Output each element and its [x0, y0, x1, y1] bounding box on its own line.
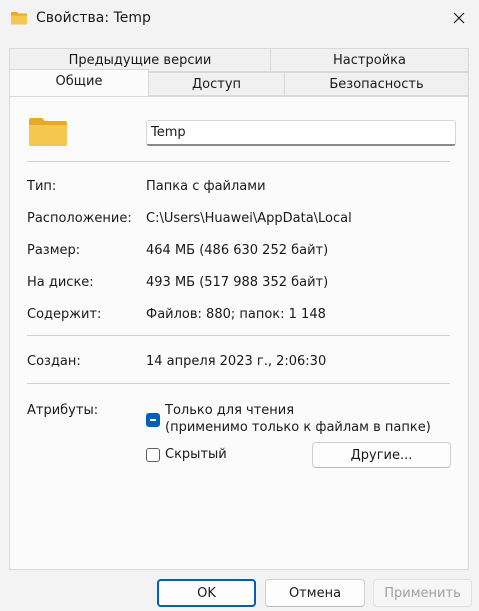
size-on-disk-label: На диске: [27, 275, 94, 290]
hidden-checkbox[interactable] [146, 448, 160, 462]
contains-value: Файлов: 880; папок: 1 148 [146, 307, 326, 322]
divider [27, 161, 450, 162]
attributes-label: Атрибуты: [27, 403, 99, 418]
readonly-label: Только для чтения [165, 403, 295, 418]
close-icon [453, 12, 465, 24]
folder-name-input[interactable] [146, 120, 456, 146]
location-label: Расположение: [27, 211, 132, 226]
created-value: 14 апреля 2023 г., 2:06:30 [146, 354, 327, 369]
readonly-note: (применимо только к файлам в папке) [165, 420, 431, 435]
advanced-attributes-button[interactable]: Другие... [312, 442, 451, 468]
size-on-disk-value: 493 МБ (517 988 352 байт) [146, 275, 329, 290]
general-panel: Тип: Папка с файлами Расположение: C:\Us… [9, 96, 469, 570]
button-label: Применить [384, 585, 461, 601]
tab-label: Доступ [191, 76, 242, 92]
type-label: Тип: [27, 179, 57, 194]
divider [27, 383, 450, 384]
type-value: Папка с файлами [146, 179, 266, 194]
hidden-label: Скрытый [165, 447, 227, 462]
tab-general[interactable]: Общие [9, 69, 149, 96]
divider [27, 335, 450, 336]
folder-icon [29, 118, 67, 146]
tab-label: Предыдущие версии [68, 52, 212, 68]
window-title: Свойства: Temp [36, 10, 151, 26]
button-label: OK [197, 585, 216, 601]
tab-label: Общие [55, 74, 103, 89]
folder-icon [11, 12, 27, 25]
apply-button[interactable]: Применить [373, 579, 472, 607]
readonly-checkbox[interactable] [146, 413, 160, 427]
title-bar: Свойства: Temp [0, 0, 479, 38]
tab-label: Настройка [333, 52, 406, 68]
size-label: Размер: [27, 243, 81, 258]
tab-label: Безопасность [329, 76, 424, 92]
cancel-button[interactable]: Отмена [265, 579, 365, 607]
tab-security[interactable]: Безопасность [284, 72, 469, 96]
close-button[interactable] [440, 2, 478, 34]
button-label: Отмена [288, 585, 342, 601]
size-value: 464 МБ (486 630 252 байт) [146, 243, 329, 258]
contains-label: Содержит: [27, 307, 102, 322]
tab-sharing[interactable]: Доступ [148, 72, 285, 96]
created-label: Создан: [27, 354, 81, 369]
tab-customize[interactable]: Настройка [270, 48, 469, 72]
button-label: Другие... [350, 447, 413, 463]
location-value: C:\Users\Huawei\AppData\Local [146, 211, 352, 226]
ok-button[interactable]: OK [157, 579, 256, 607]
